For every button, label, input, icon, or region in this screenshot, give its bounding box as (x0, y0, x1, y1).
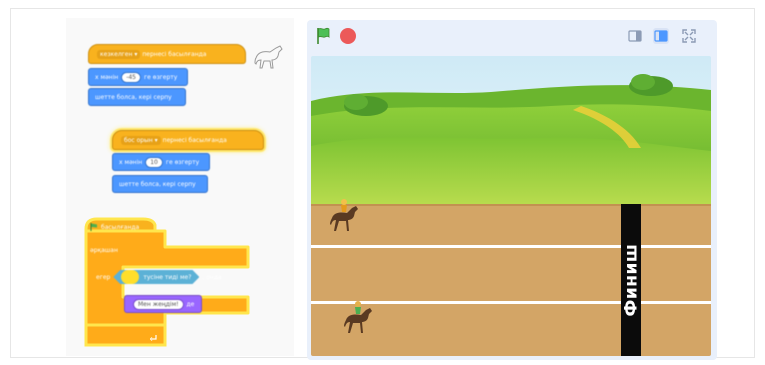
say-block[interactable]: Мен жеңдім! де (124, 295, 202, 313)
key-dropdown-1[interactable]: кезкелген ▾ (97, 49, 141, 59)
motion-suffix-1: ге өзгерту (144, 73, 178, 81)
hat-flag-icon (90, 223, 97, 231)
horse-sprite-1[interactable] (327, 194, 363, 236)
motion-prefix-1: х мәнін (95, 73, 119, 81)
bounce-block-1[interactable]: шетте болса, кері серпу (88, 88, 186, 106)
loop-arrow-icon (150, 335, 157, 341)
change-x-block-2[interactable]: х мәнін 10 ге өзгерту (112, 153, 210, 171)
when-key-pressed-hat-1[interactable]: кезкелген ▾ пернесі басылғанда (88, 44, 246, 64)
key-dropdown-2[interactable]: бос орын ▾ (121, 135, 161, 145)
if-block[interactable]: егер тусіне тиді ме? , онда (96, 269, 222, 285)
horse-sprite-icon (254, 45, 283, 69)
stage-panel: Финиш (307, 20, 717, 360)
touching-color-block[interactable]: тусіне тиді ме? (113, 270, 200, 284)
large-stage-icon[interactable] (653, 28, 669, 44)
stage-canvas[interactable]: Финиш (311, 56, 711, 356)
if-suffix: , онда (202, 273, 222, 281)
green-flag-icon[interactable] (315, 27, 331, 45)
fullscreen-icon[interactable] (681, 28, 697, 44)
sensing-text: тусіне тиді ме? (143, 273, 192, 281)
green-flag-hat[interactable]: басылғанда (90, 223, 139, 231)
bounce-block-2[interactable]: шетте болса, кері серпу (112, 175, 208, 193)
x-value-input-1[interactable]: -45 (121, 71, 142, 83)
forever-label: әрқашан (90, 247, 118, 254)
hat-text-3: басылғанда (101, 223, 140, 231)
code-area[interactable]: кезкелген ▾ пернесі басылғанда х мәнін -… (66, 18, 294, 356)
hat-text-2: пернесі басылғанда (162, 136, 227, 144)
small-stage-icon[interactable] (627, 28, 643, 44)
stage-header (307, 20, 717, 54)
bounce-text-2: шетте болса, кері серпу (119, 180, 196, 188)
when-key-pressed-hat-2[interactable]: бос орын ▾ пернесі басылғанда (112, 130, 264, 150)
x-value-input-2[interactable]: 10 (145, 156, 163, 168)
finish-label: Финиш (621, 243, 642, 317)
horse-sprite-2[interactable] (341, 296, 377, 338)
stop-icon[interactable] (340, 28, 356, 44)
bounce-text-1: шетте болса, кері серпу (95, 93, 172, 101)
say-suffix: де (186, 300, 195, 308)
motion-prefix-2: х мәнін (119, 158, 143, 166)
color-swatch[interactable] (121, 270, 140, 284)
hat-text-1: пернесі басылғанда (142, 50, 207, 58)
motion-suffix-2: ге өзгерту (165, 158, 200, 166)
change-x-block-1[interactable]: х мәнін -45 ге өзгерту (88, 68, 188, 86)
forever-text: әрқашан (90, 247, 118, 254)
if-prefix: егер (96, 273, 111, 281)
say-value-input[interactable]: Мен жеңдім! (133, 298, 184, 310)
finish-line: Финиш (621, 204, 641, 356)
